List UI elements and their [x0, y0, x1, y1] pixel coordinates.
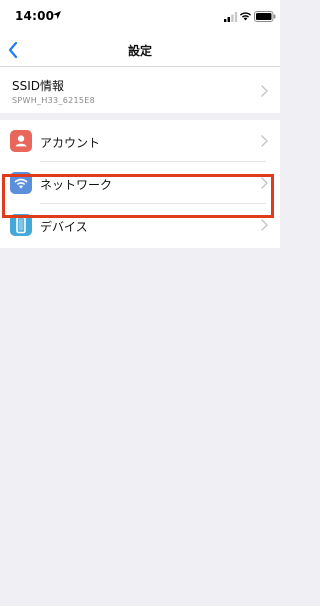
device-icon	[10, 214, 32, 236]
wifi-icon	[239, 12, 252, 21]
location-arrow-icon	[53, 11, 61, 19]
ssid-title: SSID情報	[12, 79, 65, 93]
battery-icon	[254, 11, 276, 22]
chevron-right-icon	[261, 135, 268, 147]
settings-menu-list: アカウント ネットワーク デバイス	[0, 120, 280, 248]
chevron-right-icon	[261, 177, 268, 189]
status-time: 14:00	[15, 9, 55, 23]
chevron-right-icon	[261, 85, 268, 97]
menu-item-account[interactable]: アカウント	[0, 120, 280, 162]
ssid-value: SPWH_H33_6215E8	[12, 96, 96, 105]
menu-item-device[interactable]: デバイス	[0, 204, 280, 246]
settings-screen: 14:00 設定 SSID情報 SPWH_H33_6215E8 アカウント ネッ…	[0, 0, 280, 606]
menu-item-network[interactable]: ネットワーク	[0, 162, 280, 204]
cellular-signal-icon	[224, 12, 238, 22]
chevron-right-icon	[261, 219, 268, 231]
status-bar: 14:00	[0, 0, 280, 34]
page-title: 設定	[127, 44, 152, 58]
wifi-network-icon	[10, 172, 32, 194]
menu-item-label: ネットワーク	[40, 178, 113, 192]
navigation-bar: 設定	[0, 34, 280, 67]
ssid-info-row[interactable]: SSID情報 SPWH_H33_6215E8	[0, 67, 280, 113]
account-icon	[10, 130, 32, 152]
menu-item-label: アカウント	[40, 136, 101, 150]
menu-item-label: デバイス	[40, 220, 88, 234]
